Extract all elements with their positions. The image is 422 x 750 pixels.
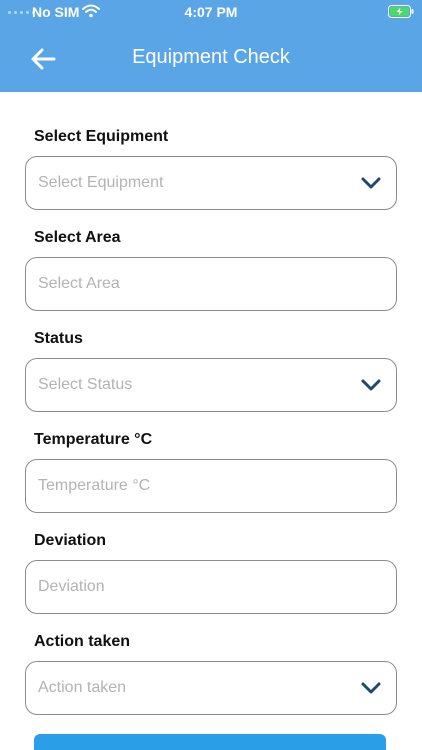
submit-button[interactable] [34, 734, 386, 750]
equipment-label: Select Equipment [34, 128, 169, 145]
status-select-placeholder: Select Status [38, 376, 133, 393]
area-label: Select Area [34, 229, 121, 246]
deviation-field[interactable] [25, 560, 397, 614]
nav-bar: Equipment Check [0, 24, 422, 92]
status-label: Status [34, 330, 83, 347]
equipment-check-screen: No SIM 4:07 PM Equipment Check Select Eq… [0, 0, 422, 750]
chevron-down-icon [361, 177, 381, 189]
deviation-input[interactable] [38, 561, 358, 613]
battery-charging-icon [388, 5, 414, 18]
equipment-check-form: Select Equipment Select Equipment Select… [0, 92, 422, 750]
equipment-select[interactable]: Select Equipment [25, 156, 397, 210]
area-field[interactable] [25, 257, 397, 311]
chevron-down-icon [361, 682, 381, 694]
chevron-down-icon [361, 379, 381, 391]
status-bar: No SIM 4:07 PM [0, 0, 422, 24]
equipment-select-placeholder: Select Equipment [38, 174, 164, 191]
action-taken-select-placeholder: Action taken [38, 679, 127, 696]
temperature-label: Temperature °C [34, 431, 153, 448]
status-time: 4:07 PM [184, 4, 238, 20]
page-title: Equipment Check [132, 46, 290, 68]
area-input[interactable] [38, 258, 358, 310]
header: No SIM 4:07 PM Equipment Check [0, 0, 422, 92]
deviation-label: Deviation [34, 532, 107, 549]
temperature-input[interactable] [38, 460, 358, 512]
action-taken-select[interactable]: Action taken [25, 661, 397, 715]
status-select[interactable]: Select Status [25, 358, 397, 412]
temperature-field[interactable] [25, 459, 397, 513]
action-taken-label: Action taken [34, 633, 131, 650]
